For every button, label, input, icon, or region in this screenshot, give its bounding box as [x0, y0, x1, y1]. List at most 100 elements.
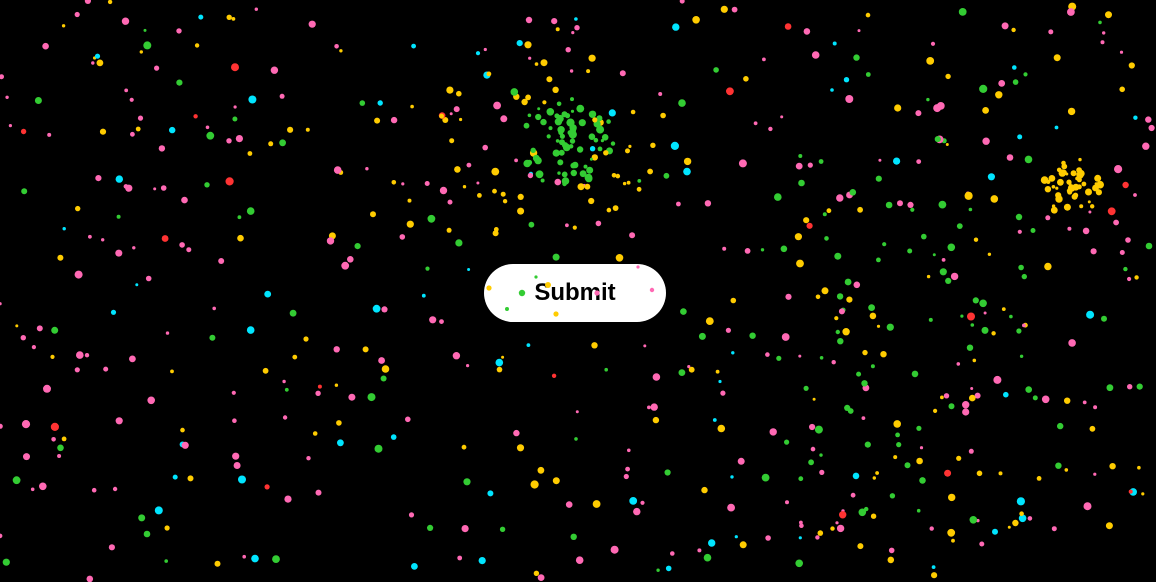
- particle: [517, 207, 525, 215]
- submit-button[interactable]: Submit: [484, 264, 666, 322]
- particle: [932, 253, 936, 257]
- particle: [870, 513, 877, 519]
- particle: [592, 117, 598, 123]
- particle: [811, 51, 820, 59]
- particle: [629, 497, 638, 505]
- particle: [806, 222, 813, 229]
- particle: [1054, 125, 1059, 130]
- particle: [672, 23, 680, 31]
- particle: [237, 215, 242, 220]
- particle: [101, 238, 105, 242]
- particle: [370, 211, 376, 218]
- particle: [1057, 422, 1064, 430]
- particle: [410, 104, 414, 109]
- particle: [1019, 511, 1024, 516]
- particle: [981, 326, 989, 334]
- particle: [931, 572, 938, 579]
- particle: [725, 327, 732, 333]
- particle: [558, 130, 564, 136]
- particle: [830, 526, 835, 531]
- particle: [604, 367, 608, 372]
- particle: [929, 526, 934, 531]
- particle: [861, 416, 866, 420]
- particle: [482, 144, 489, 151]
- particle: [527, 172, 534, 179]
- particle: [919, 477, 926, 484]
- particle: [1066, 189, 1071, 193]
- particle: [991, 331, 996, 336]
- particle: [1098, 20, 1102, 25]
- particle: [341, 261, 350, 270]
- particle: [968, 207, 973, 212]
- particle: [589, 146, 596, 152]
- particle: [738, 159, 747, 168]
- particle: [839, 511, 847, 519]
- particle: [209, 334, 216, 341]
- particle: [576, 146, 584, 153]
- particle: [406, 220, 414, 228]
- particle: [916, 425, 922, 431]
- particle: [554, 178, 562, 186]
- particle: [896, 442, 902, 448]
- particle: [551, 18, 558, 25]
- particle: [528, 56, 532, 60]
- particle: [212, 306, 216, 311]
- particle: [876, 257, 881, 263]
- particle: [1064, 397, 1071, 404]
- particle: [411, 563, 418, 570]
- particle: [845, 95, 854, 103]
- particle: [165, 331, 170, 335]
- particle: [454, 166, 461, 173]
- particle: [76, 351, 84, 359]
- particle: [1128, 62, 1135, 69]
- particle: [652, 416, 660, 424]
- particle: [270, 66, 279, 74]
- particle: [958, 7, 967, 16]
- particle: [836, 194, 844, 202]
- particle: [546, 134, 551, 139]
- particle: [427, 524, 434, 532]
- particle: [1011, 27, 1016, 33]
- particle: [453, 106, 460, 113]
- particle: [865, 12, 871, 18]
- particle: [583, 164, 588, 169]
- particle: [1030, 228, 1036, 233]
- particle: [676, 201, 681, 207]
- particle: [555, 27, 560, 32]
- particle: [595, 220, 602, 227]
- particle: [1090, 248, 1097, 255]
- particle: [1021, 273, 1027, 280]
- particle: [0, 302, 2, 306]
- particle: [1141, 492, 1145, 496]
- particle: [179, 242, 185, 248]
- particle: [562, 181, 567, 187]
- particle: [683, 167, 691, 176]
- particle: [1016, 497, 1025, 506]
- particle: [158, 145, 166, 152]
- particle: [546, 76, 553, 83]
- particle: [1093, 472, 1097, 476]
- particle: [1061, 169, 1067, 175]
- particle: [1093, 405, 1098, 410]
- particle: [374, 444, 383, 453]
- particle: [799, 523, 804, 528]
- particle: [34, 97, 42, 104]
- particle: [858, 508, 867, 517]
- particle: [8, 124, 12, 128]
- particle: [762, 57, 766, 62]
- particle: [251, 554, 259, 563]
- particle: [1018, 264, 1024, 271]
- particle: [164, 559, 168, 563]
- particle: [769, 428, 777, 436]
- particle: [493, 101, 501, 110]
- particle: [569, 69, 574, 73]
- particle: [737, 457, 745, 465]
- particle: [865, 72, 871, 77]
- particle: [647, 168, 653, 175]
- particle: [739, 541, 747, 549]
- particle: [554, 118, 563, 126]
- particle: [615, 173, 621, 179]
- particle: [1012, 79, 1019, 85]
- particle: [678, 369, 686, 376]
- particle: [939, 268, 947, 276]
